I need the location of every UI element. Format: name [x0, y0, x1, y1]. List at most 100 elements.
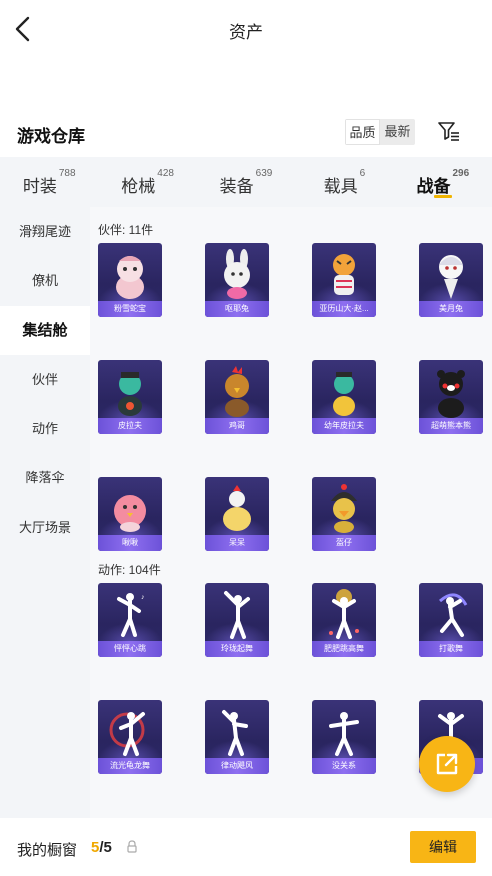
item-card[interactable]: 律动飓风	[205, 700, 269, 774]
sidebar: 滑翔尾迹 僚机 集结舱 伙伴 动作 降落伞 大厅场景	[0, 207, 90, 818]
sidebar-item-glide-trail[interactable]: 滑翔尾迹	[0, 207, 90, 256]
item-card[interactable]: 玲珑起舞	[205, 583, 269, 657]
item-name: 啾啾	[98, 535, 162, 551]
filter-button[interactable]	[437, 119, 461, 143]
item-name: 打歌舞	[419, 641, 483, 657]
item-name: 肥肥跳高舞	[312, 641, 376, 657]
share-icon	[436, 753, 458, 775]
tab-count: 788	[58, 168, 76, 179]
tab-count: 296	[452, 168, 470, 179]
showcase-total: /5	[99, 839, 112, 856]
item-name: 呆呆	[205, 535, 269, 551]
item-card[interactable]: 啾啾	[98, 477, 162, 551]
tab-fashion[interactable]: 时装788	[0, 157, 98, 207]
tab-vehicles[interactable]: 载具6	[295, 157, 393, 207]
sidebar-item-rally-pod[interactable]: 集结舱	[0, 305, 90, 355]
tiger-figure-icon	[333, 254, 355, 295]
active-tab-indicator	[433, 195, 452, 198]
tab-equipment[interactable]: 装备639	[197, 157, 295, 207]
tab-count: 6	[359, 168, 366, 179]
item-grid: 伙伴: 11件 粉雪蛇宝 呕耶兔 亚历山大·赵... 美月兔 皮拉夫 鸡哥 幼年…	[90, 207, 492, 818]
edit-button[interactable]: 编辑	[410, 831, 476, 863]
sidebar-item-partner[interactable]: 伙伴	[0, 355, 90, 404]
dancer-dragon-icon	[109, 712, 145, 756]
category-tabs: 时装788 枪械428 装备639 载具6 战备296	[0, 157, 492, 207]
item-name: 流光龟龙舞	[98, 758, 162, 774]
item-name: 没关系	[312, 758, 376, 774]
item-card[interactable]: 打歌舞	[419, 583, 483, 657]
sort-option-latest[interactable]: 最新	[380, 119, 415, 145]
dancer-jump-icon	[329, 589, 359, 639]
item-card[interactable]: 呕耶兔	[205, 243, 269, 317]
dancer-song-icon	[439, 593, 468, 637]
item-card[interactable]: 呆呆	[205, 477, 269, 551]
item-name: 粉雪蛇宝	[98, 301, 162, 317]
item-name: 亚历山大·赵...	[312, 301, 376, 317]
group-label-partners: 伙伴: 11件	[98, 223, 154, 237]
dancer-heartbeat-icon: ♪	[117, 593, 145, 637]
item-card[interactable]: 鸡哥	[205, 360, 269, 434]
item-card[interactable]: 盔仔	[312, 477, 376, 551]
share-button[interactable]	[419, 736, 475, 792]
item-card[interactable]: 亚历山大·赵...	[312, 243, 376, 317]
tab-count: 428	[157, 168, 174, 179]
item-name: 盔仔	[312, 535, 376, 551]
item-name: 玲珑起舞	[205, 641, 269, 657]
svg-text:♪: ♪	[141, 594, 145, 601]
showcase-label: 我的橱窗	[17, 842, 78, 859]
item-name: 鸡哥	[205, 418, 269, 434]
sidebar-item-wingman[interactable]: 僚机	[0, 256, 90, 305]
item-name: 呕耶兔	[205, 301, 269, 317]
item-card[interactable]: ♪ 怦怦心跳	[98, 583, 162, 657]
tab-label: 载具	[323, 177, 358, 196]
sidebar-item-parachute[interactable]: 降落伞	[0, 453, 90, 502]
item-name: 怦怦心跳	[98, 641, 162, 657]
pink-bird-figure-icon	[114, 495, 146, 532]
item-card[interactable]: 幼年皮拉夫	[312, 360, 376, 434]
tab-combat-prep[interactable]: 战备296	[394, 157, 492, 207]
sort-option-quality[interactable]: 品质	[345, 119, 380, 145]
young-pilaf-figure-icon	[333, 372, 355, 416]
sidebar-item-lobby-scene[interactable]: 大厅场景	[0, 503, 90, 552]
item-card[interactable]: 皮拉夫	[98, 360, 162, 434]
item-card[interactable]: 超萌熊本熊	[419, 360, 483, 434]
item-name: 美月兔	[419, 301, 483, 317]
bunny-figure-icon	[224, 249, 250, 299]
filter-icon	[438, 122, 459, 141]
item-card[interactable]: 美月兔	[419, 243, 483, 317]
sort-toggle: 品质 最新	[345, 119, 415, 145]
item-card[interactable]: 没关系	[312, 700, 376, 774]
sidebar-item-emote[interactable]: 动作	[0, 404, 90, 453]
showcase-count: 5/5	[91, 839, 112, 856]
item-name: 律动飓风	[205, 758, 269, 774]
dancer-no-worries-icon	[329, 712, 359, 756]
item-card[interactable]: 肥肥跳高舞	[312, 583, 376, 657]
chick-figure-icon	[223, 485, 251, 531]
group-label-emotes: 动作: 104件	[98, 563, 161, 577]
bottom-bar: 我的橱窗 5/5 编辑	[0, 818, 492, 876]
dancer-hurricane-icon	[222, 710, 248, 756]
item-name: 幼年皮拉夫	[312, 418, 376, 434]
dancer-graceful-icon	[224, 591, 250, 639]
tab-count: 639	[255, 168, 273, 179]
snow-snake-figure-icon	[116, 256, 144, 299]
moon-bunny-figure-icon	[439, 255, 463, 299]
kumamon-figure-icon	[437, 370, 465, 418]
tab-label: 战备	[416, 177, 451, 196]
asset-page: 资产 游戏仓库 品质 最新 时装788 枪械428 装备639 载具6 战备29…	[0, 0, 492, 876]
item-card[interactable]: 流光龟龙舞	[98, 700, 162, 774]
item-card[interactable]: 粉雪蛇宝	[98, 243, 162, 317]
tab-label: 枪械	[121, 177, 156, 196]
header: 资产	[0, 0, 492, 58]
page-title: 资产	[229, 23, 263, 42]
lock-icon	[127, 840, 137, 853]
section-title: 游戏仓库	[17, 127, 85, 146]
tab-weapons[interactable]: 枪械428	[98, 157, 196, 207]
item-name: 超萌熊本熊	[419, 418, 483, 434]
chicken-figure-icon	[225, 366, 249, 417]
pilaf-figure-icon	[118, 372, 142, 416]
item-name: 皮拉夫	[98, 418, 162, 434]
helmet-duck-figure-icon	[331, 484, 357, 533]
tab-label: 装备	[219, 177, 254, 196]
tab-label: 时装	[22, 177, 57, 196]
